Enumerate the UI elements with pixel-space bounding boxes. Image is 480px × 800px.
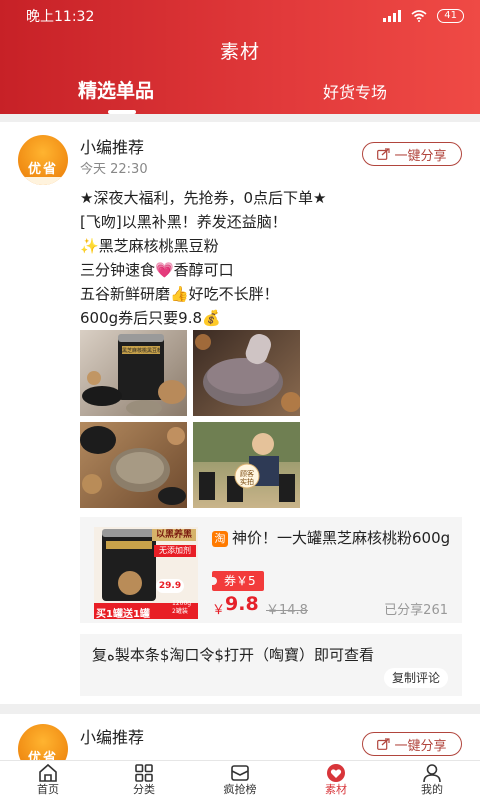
user-icon (423, 764, 441, 783)
product-title: 神价！一大罐黑芝麻核桃粉600g (232, 529, 451, 547)
share-button[interactable]: 一键分享 (362, 142, 462, 166)
post-line: ★深夜大福利，先抢券，0点后下单★ (80, 189, 327, 207)
nav-label: 我的 (421, 783, 443, 796)
shared-count: 已分享261 (384, 603, 448, 618)
post-text: ★深夜大福利，先抢券，0点后下单★ [飞吻]以黑补黑！养发还益脑！ ✨黑芝麻核桃… (80, 186, 470, 330)
thumb-price-tag: 29.9 (156, 579, 184, 593)
thumb-promo: 买1罐送1罐 (96, 609, 150, 619)
top-header: 晚上11:32 41 素材 精选单品 好货专场 (0, 0, 480, 114)
post-line: 三分钟速食💗香醇可口 (80, 261, 234, 279)
nav-mine[interactable]: 我的 (384, 761, 480, 800)
post-line: [飞吻]以黑补黑！养发还益脑！ (80, 213, 287, 231)
nav-home[interactable]: 首页 (0, 761, 96, 800)
ingredients-photo-icon[interactable] (80, 422, 187, 508)
nav-label: 分类 (133, 783, 155, 796)
share-button[interactable]: 一键分享 (362, 732, 462, 756)
copy-comment-button[interactable]: 复制评论 (383, 668, 448, 688)
image-label: 顾客实拍 (240, 470, 254, 486)
post-line: 五谷新鲜研磨👍好吃不长胖！ (80, 285, 279, 303)
avatar: 优省 (18, 724, 68, 760)
home-icon (39, 763, 57, 782)
active-tab-indicator (108, 110, 136, 114)
post-author: 小编推荐 (80, 138, 145, 157)
product-card[interactable]: 以黑养黑 无添加剂 29.9 买1罐送1罐 1200g 2罐装 淘神价！一大罐黑… (80, 517, 462, 623)
ranking-icon (231, 765, 249, 781)
post-line: ✨黑芝麻核桃黑豆粉 (80, 237, 219, 255)
image-label: 黑芝麻核桃黑豆粉 (122, 348, 163, 354)
coupon-badge: 券￥5 (211, 571, 264, 591)
tab-special[interactable]: 好货专场 (323, 79, 387, 103)
customer-photo-icon[interactable]: 顾客实拍 (193, 422, 300, 508)
taobao-icon: 淘 (212, 531, 228, 547)
share-icon (377, 148, 391, 160)
price-symbol: ￥ (212, 603, 226, 618)
avatar: 优省 (18, 135, 68, 185)
page-title: 素材 (219, 41, 260, 63)
post-line: 600g券后只要9.8💰 (80, 309, 221, 327)
nav-label: 首页 (37, 783, 59, 796)
post-card: 优省 小编推荐 今天 22:30 一键分享 ★深夜大福利，先抢券，0点后下单★ … (0, 122, 480, 704)
status-time: 晚上11:32 (26, 9, 95, 25)
original-price: ￥14.8 (266, 603, 308, 618)
avatar-text: 优省 (27, 162, 58, 177)
jar-photo-icon[interactable]: 黑芝麻核桃黑豆粉 (80, 330, 187, 416)
bowl-photo-icon[interactable] (193, 330, 300, 416)
post-author: 小编推荐 (80, 728, 145, 747)
battery-indicator: 41 (437, 9, 464, 23)
taokouling-box: 复ه製本条$淘口令$打开（啕寶）即可查看 复制评论 (80, 634, 462, 696)
nav-material[interactable]: 素材 (288, 761, 384, 800)
nav-category[interactable]: 分类 (96, 761, 192, 800)
thumb-tag-mid: 无添加剂 (154, 545, 196, 557)
tab-featured[interactable]: 精选单品 (78, 76, 154, 103)
tab-bar: 精选单品 好货专场 (0, 72, 480, 114)
product-title-wrap: 淘神价！一大罐黑芝麻核桃粉600g (212, 527, 456, 549)
share-icon (377, 738, 391, 750)
bottom-navigation: 首页 分类 疯抢榜 素材 我的 (0, 760, 480, 800)
post-time: 今天 22:30 (80, 162, 148, 177)
nav-ranking[interactable]: 疯抢榜 (192, 761, 288, 800)
nav-label: 疯抢榜 (223, 783, 257, 796)
nav-label: 素材 (325, 783, 347, 796)
product-price: 9.8 (225, 593, 259, 615)
signal-icon (383, 10, 402, 22)
wifi-icon (411, 10, 427, 22)
thumb-size: 1200g 2罐装 (172, 600, 192, 615)
taokouling-text: 复ه製本条$淘口令$打开（啕寶）即可查看 (92, 646, 374, 664)
avatar-text: 优省 (27, 751, 58, 760)
post-card: 优省 小编推荐 一键分享 (0, 714, 480, 760)
grid-icon (135, 764, 153, 782)
thumb-tag-top: 以黑养黑 (152, 529, 196, 541)
share-label: 一键分享 (394, 148, 447, 164)
product-thumbnail: 以黑养黑 无添加剂 29.9 买1罐送1罐 1200g 2罐装 (94, 527, 198, 619)
status-bar: 晚上11:32 41 (0, 0, 480, 32)
material-icon (327, 764, 345, 782)
share-label: 一键分享 (394, 738, 447, 754)
